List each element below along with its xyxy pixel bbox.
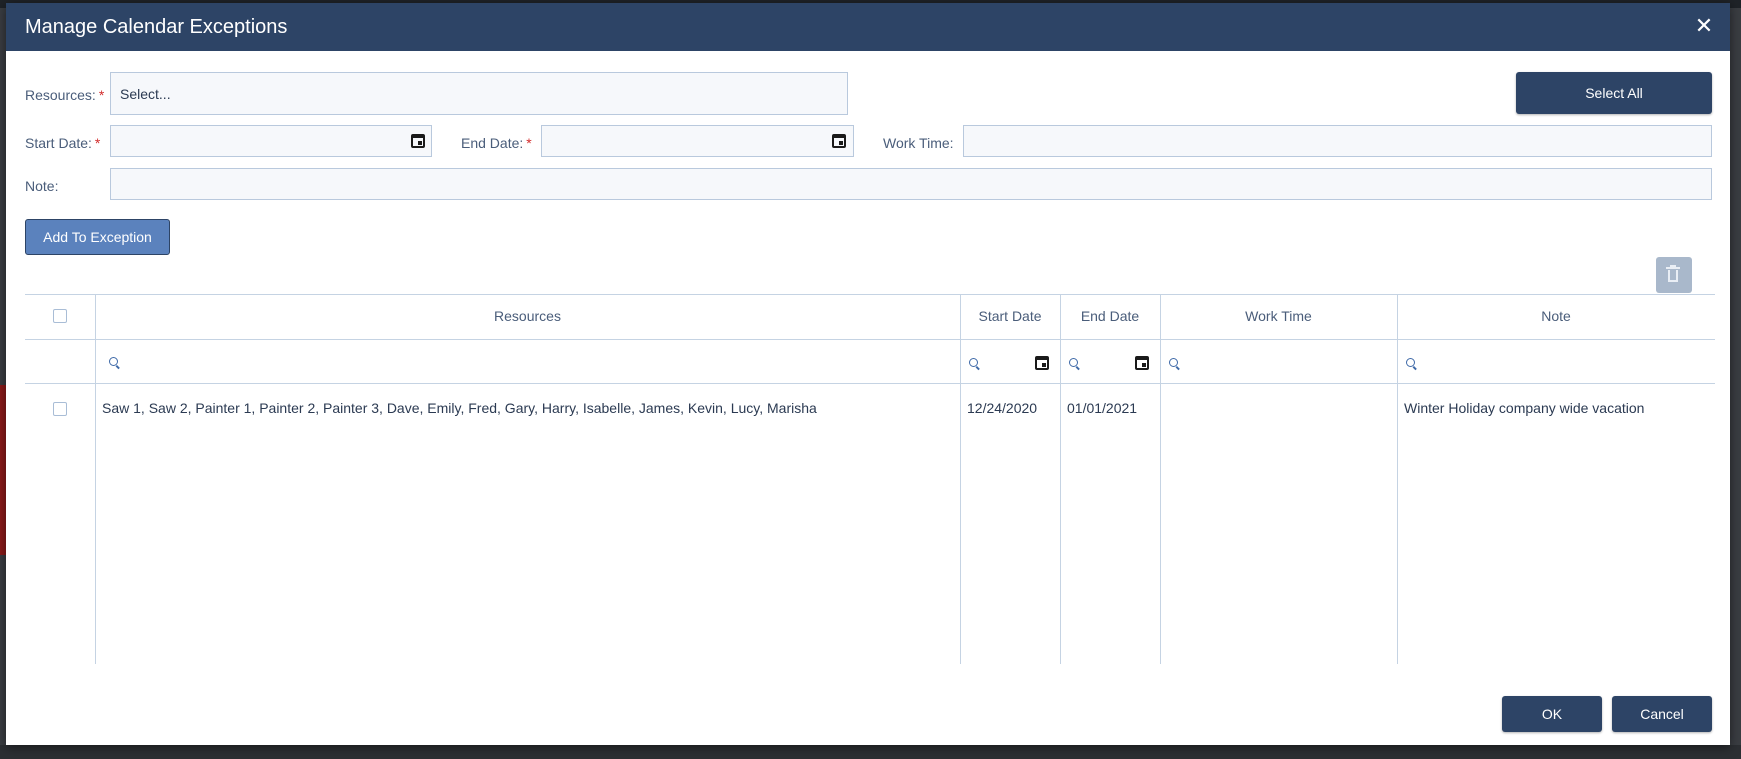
note-input[interactable]	[110, 168, 1712, 200]
calendar-icon[interactable]	[832, 134, 846, 148]
select-all-button[interactable]: Select All	[1516, 72, 1712, 114]
calendar-icon[interactable]	[411, 134, 425, 148]
manage-calendar-exceptions-dialog: Manage Calendar Exceptions ✕ Resources: *…	[6, 3, 1730, 745]
work-time-input[interactable]	[963, 125, 1712, 157]
grid-col-divider	[1397, 294, 1398, 664]
add-to-exception-button[interactable]: Add To Exception	[25, 219, 170, 255]
search-icon[interactable]	[1406, 358, 1415, 367]
ok-button[interactable]: OK	[1502, 696, 1602, 732]
start-date-input[interactable]	[110, 125, 432, 157]
calendar-icon[interactable]	[1035, 356, 1049, 370]
grid-col-divider	[1160, 294, 1161, 664]
column-header-end-date[interactable]: End Date	[1060, 294, 1160, 339]
required-mark: *	[94, 135, 101, 151]
search-icon[interactable]	[1169, 358, 1178, 367]
end-date-label-text: End Date:	[461, 135, 524, 151]
end-date-input[interactable]	[541, 125, 854, 157]
dialog-titlebar: Manage Calendar Exceptions ✕	[6, 3, 1730, 51]
select-all-checkbox[interactable]	[53, 309, 67, 323]
column-header-note[interactable]: Note	[1397, 294, 1715, 339]
column-header-work-time[interactable]: Work Time	[1160, 294, 1397, 339]
work-time-label: Work Time:	[883, 135, 954, 151]
resources-label-text: Resources:	[25, 87, 96, 103]
cell-start-date: 12/24/2020	[967, 400, 1038, 416]
search-icon[interactable]	[969, 358, 978, 367]
end-date-label: End Date: *	[461, 135, 532, 151]
resources-label: Resources: *	[25, 87, 104, 103]
exceptions-grid: Resources Start Date End Date Work Time …	[25, 294, 1715, 664]
start-date-label: Start Date: *	[25, 135, 100, 151]
resources-placeholder: Select...	[120, 86, 171, 102]
close-icon[interactable]: ✕	[1692, 14, 1716, 38]
grid-col-divider	[1060, 294, 1061, 664]
background-bottom-strip	[0, 745, 1741, 759]
search-icon[interactable]	[109, 357, 118, 366]
required-mark: *	[98, 87, 105, 103]
grid-col-divider	[95, 294, 96, 664]
note-label: Note:	[25, 178, 59, 194]
start-date-label-text: Start Date:	[25, 135, 92, 151]
trash-icon	[1666, 265, 1680, 283]
column-header-start-date[interactable]: Start Date	[960, 294, 1060, 339]
grid-col-divider	[960, 294, 961, 664]
grid-filter-border	[25, 383, 1715, 384]
delete-button[interactable]	[1656, 257, 1692, 293]
calendar-icon[interactable]	[1135, 356, 1149, 370]
cancel-button[interactable]: Cancel	[1612, 696, 1712, 732]
search-icon[interactable]	[1069, 358, 1078, 367]
column-header-resources[interactable]: Resources	[95, 294, 960, 339]
row-checkbox[interactable]	[53, 402, 67, 416]
resources-select[interactable]: Select...	[110, 72, 848, 115]
cell-note: Winter Holiday company wide vacation	[1404, 400, 1645, 416]
grid-header-border	[25, 339, 1715, 340]
cell-end-date: 01/01/2021	[1067, 400, 1138, 416]
required-mark: *	[526, 135, 532, 151]
dialog-title: Manage Calendar Exceptions	[25, 16, 288, 38]
cell-resources: Saw 1, Saw 2, Painter 1, Painter 2, Pain…	[102, 400, 817, 416]
